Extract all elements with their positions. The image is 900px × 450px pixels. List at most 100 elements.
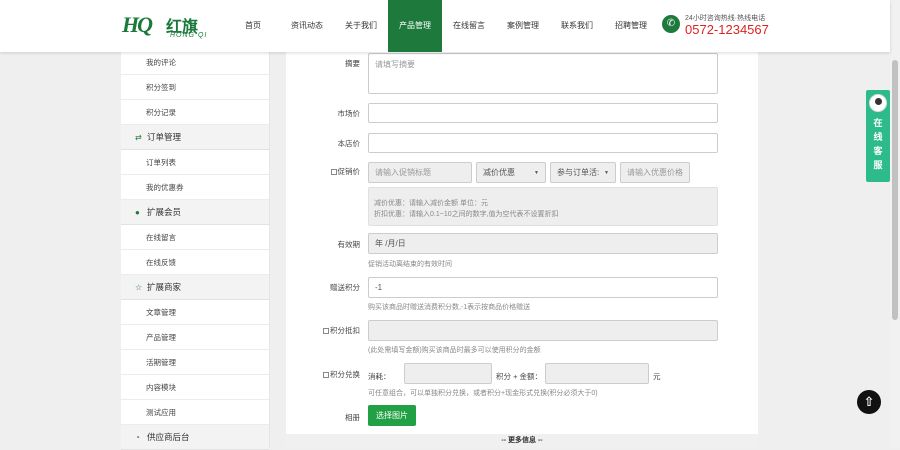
deduct-label[interactable]: 积分抵扣 xyxy=(286,325,360,336)
chevron-down-icon: ▼ xyxy=(534,169,539,176)
summary-label: 摘要 xyxy=(345,59,360,68)
nav-item[interactable]: 在线留言 xyxy=(442,0,496,52)
deduct-input[interactable] xyxy=(368,320,718,341)
promo-checkbox[interactable] xyxy=(330,169,337,175)
promo-scope-select[interactable]: 参与订单活: ▼ xyxy=(550,162,616,183)
exchange-points-input[interactable] xyxy=(404,363,492,384)
nav-item[interactable]: 产品管理 xyxy=(388,0,442,52)
logo-en-text: HONG QI xyxy=(170,32,208,39)
sidebar-item-label: 订单列表 xyxy=(146,158,176,167)
scrollbar-thumb[interactable] xyxy=(892,60,898,320)
sidebar-group[interactable]: ☆ 扩展商家 xyxy=(121,275,269,300)
exchange-unit: 元 xyxy=(653,372,661,381)
store-price-label: 本店价 xyxy=(337,139,361,148)
store-price-input[interactable] xyxy=(368,133,718,153)
nav-item[interactable]: 招聘管理 xyxy=(604,0,658,52)
sidebar-item[interactable]: 在线留言 xyxy=(121,225,269,250)
chevron-down-icon: ▼ xyxy=(604,169,609,176)
more-info-divider[interactable]: -- 更多信息 -- xyxy=(286,434,758,448)
sidebar: 我的评论积分签到积分记录 ⇄ 订单管理订单列表我的优惠券 ● 扩展会员在线留言在线反馈 ☆… xyxy=(121,50,270,450)
sidebar-item-label: 内容模块 xyxy=(146,383,176,392)
sidebar-item-label: 我的评论 xyxy=(146,58,176,67)
deduct-checkbox[interactable] xyxy=(323,328,329,334)
exchange-hint: 可任意组合，可以单独积分兑换，或者积分+现金形式兑换(积分必须大于0) xyxy=(368,390,598,397)
online-service-label: 在线客服 xyxy=(873,118,883,170)
sidebar-item[interactable]: 内容模块 xyxy=(121,375,269,400)
logo[interactable]: HQ 红旗 HONG QI xyxy=(122,10,212,44)
sidebar-item[interactable]: 我的评论 xyxy=(121,50,269,75)
promo-label-text: 促销价 xyxy=(337,167,361,176)
promo-note-line-2: 折扣优惠：请输入0.1~10之间的数字,值为空代表不设置折扣 xyxy=(374,211,559,218)
promo-value-input[interactable]: 请输入优惠价格 xyxy=(620,162,690,183)
promo-scope-value: 参与订单活: xyxy=(557,168,600,177)
online-service-tab[interactable]: 在线客服 xyxy=(866,90,890,182)
valid-label: 有效期 xyxy=(337,240,361,249)
exchange-consume-text: 消耗： xyxy=(368,372,391,381)
nav-item[interactable]: 首页 xyxy=(226,0,280,52)
sidebar-item[interactable]: 我的优惠券 xyxy=(121,175,269,200)
promo-note-line-1: 减价优惠：请输入减价金额 单位：元 xyxy=(374,200,488,207)
summary-textarea[interactable]: 请填写摘要 xyxy=(368,53,718,94)
sidebar-item-label: 我的优惠券 xyxy=(146,183,184,192)
market-price-input[interactable] xyxy=(368,103,718,123)
arrow-up-icon: ⇧ xyxy=(863,394,875,409)
chat-icon: ◔ xyxy=(135,433,140,442)
avatar-icon xyxy=(869,94,887,112)
back-to-top-button[interactable]: ⇧ xyxy=(857,390,881,414)
user-icon: ● xyxy=(135,208,140,217)
nav-item[interactable]: 案例管理 xyxy=(496,0,550,52)
product-form: 摘要 请填写摘要 市场价 本店价 促销价 请输入促销标题 减价优惠 ▼ 参与订单活… xyxy=(286,50,758,448)
sidebar-item[interactable]: 活期管理 xyxy=(121,350,269,375)
sidebar-group[interactable]: ● 扩展会员 xyxy=(121,200,269,225)
sidebar-item-label: 在线留言 xyxy=(146,233,176,242)
sidebar-item-label: 在线反馈 xyxy=(146,258,176,267)
promo-label[interactable]: 促销价 xyxy=(286,166,360,177)
sidebar-item-label: 测试应用 xyxy=(146,408,176,417)
sidebar-item[interactable]: 在线反馈 xyxy=(121,250,269,275)
valid-date-input[interactable]: 年 /月/日 xyxy=(368,233,718,254)
logo-mark: HQ xyxy=(122,12,153,37)
exchange-icon: ⇄ xyxy=(135,133,142,142)
nav-item[interactable]: 关于我们 xyxy=(334,0,388,52)
album-label: 相册 xyxy=(345,413,360,422)
sidebar-item-label: 活期管理 xyxy=(146,358,176,367)
sidebar-item[interactable]: 产品管理 xyxy=(121,325,269,350)
sidebar-item-label: 扩展商家 xyxy=(147,282,182,292)
sidebar-item-label: 产品管理 xyxy=(146,333,176,342)
exchange-points-amount-text: 积分 + 金额： xyxy=(496,372,543,381)
nav-item[interactable]: 联系我们 xyxy=(550,0,604,52)
promo-type-value: 减价优惠 xyxy=(483,168,515,177)
valid-hint: 促销活动离结束的有效时间 xyxy=(368,261,452,268)
nav-item[interactable]: 资讯动态 xyxy=(280,0,334,52)
sidebar-item[interactable]: 测试应用 xyxy=(121,400,269,425)
sidebar-group[interactable]: ⇄ 订单管理 xyxy=(121,125,269,150)
site-header: HQ 红旗 HONG QI 首页 资讯动态 关于我们 产品管理 在线留言 案例管理 联系我们… xyxy=(0,0,890,52)
sidebar-item-label: 供应商后台 xyxy=(147,432,190,442)
phone-icon: ✆ xyxy=(662,15,680,33)
sidebar-item-label: 积分签到 xyxy=(146,83,176,92)
sidebar-item-label: 扩展会员 xyxy=(147,207,182,217)
deduct-hint: (此处需填写金额)购买该商品时最多可以使用积分的金额 xyxy=(368,347,541,354)
sidebar-item-label: 订单管理 xyxy=(147,132,182,142)
deduct-label-text: 积分抵扣 xyxy=(330,326,360,335)
hotline: ✆ 24小时咨询热线·热线电话 0572-1234567 xyxy=(662,12,782,42)
sidebar-item[interactable]: 积分签到 xyxy=(121,75,269,100)
sidebar-item-label: 文章管理 xyxy=(146,308,176,317)
exchange-label-text: 积分兑换 xyxy=(330,370,360,379)
exchange-label[interactable]: 积分兑换 xyxy=(286,369,360,380)
promo-type-select[interactable]: 减价优惠 ▼ xyxy=(476,162,546,183)
sidebar-item[interactable]: 积分记录 xyxy=(121,100,269,125)
hotline-number: 0572-1234567 xyxy=(685,22,769,37)
star-icon: ☆ xyxy=(135,283,143,292)
market-price-label: 市场价 xyxy=(337,109,361,118)
points-label: 赠送积分 xyxy=(330,283,360,292)
promo-note: 减价优惠：请输入减价金额 单位：元 折扣优惠：请输入0.1~10之间的数字,值为… xyxy=(368,187,718,226)
sidebar-item[interactable]: 文章管理 xyxy=(121,300,269,325)
promo-title-input[interactable]: 请输入促销标题 xyxy=(368,162,472,183)
sidebar-group[interactable]: ◔ 供应商后台 xyxy=(121,425,269,450)
exchange-checkbox[interactable] xyxy=(323,372,329,378)
choose-image-button[interactable]: 选择图片 xyxy=(368,405,416,426)
sidebar-item[interactable]: 订单列表 xyxy=(121,150,269,175)
points-input[interactable]: -1 xyxy=(368,277,718,298)
exchange-amount-input[interactable] xyxy=(545,363,649,384)
